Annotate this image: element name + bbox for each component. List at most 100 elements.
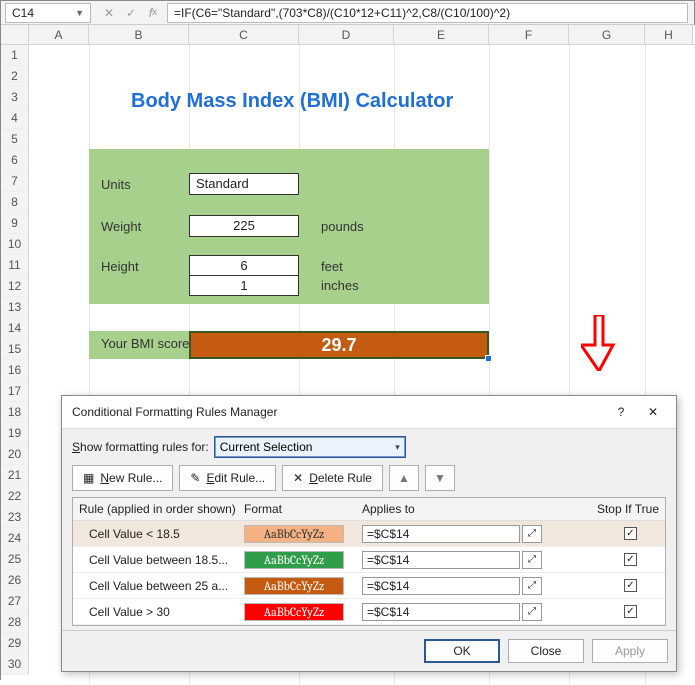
rule-row[interactable]: Cell Value > 30AaBbCcYyZz =$C$14⤢ ✓ [73, 599, 665, 625]
bmi-score-value: 29.7 [321, 335, 356, 356]
row-head[interactable]: 18 [1, 402, 29, 423]
applies-to-input[interactable]: =$C$14 [362, 603, 520, 621]
name-box-value: C14 [12, 5, 34, 21]
row-head[interactable]: 5 [1, 129, 29, 150]
row-head[interactable]: 10 [1, 234, 29, 255]
conditional-formatting-dialog: Conditional Formatting Rules Manager ? ✕… [61, 395, 677, 672]
rule-row[interactable]: Cell Value < 18.5AaBbCcYyZz=$C$14⤢✓ [73, 521, 665, 547]
weight-cell[interactable]: 225 [189, 215, 299, 237]
row-head[interactable]: 4 [1, 108, 29, 129]
selection-handle[interactable] [485, 355, 492, 362]
row-head[interactable]: 3 [1, 87, 29, 108]
row-head[interactable]: 13 [1, 297, 29, 318]
col-head[interactable]: E [394, 25, 489, 44]
height-label: Height [101, 259, 139, 274]
applies-to-input[interactable]: =$C$14 [362, 525, 520, 543]
height-in-cell[interactable]: 1 [189, 275, 299, 296]
rule-format-preview: AaBbCcYyZz [244, 603, 344, 621]
rule-desc: Cell Value between 25 a... [79, 579, 244, 593]
row-head[interactable]: 16 [1, 360, 29, 381]
row-head[interactable]: 28 [1, 612, 29, 633]
col-head[interactable]: A [29, 25, 89, 44]
head-applies: Applies to [362, 502, 562, 516]
bmi-score-cell[interactable]: 29.7 [189, 331, 489, 359]
col-head[interactable]: G [569, 25, 645, 44]
close-icon[interactable]: ✕ [638, 402, 668, 422]
help-button[interactable]: ? [606, 402, 636, 422]
ok-button[interactable]: OK [424, 639, 500, 663]
name-box[interactable]: C14 ▼ [5, 3, 91, 23]
stop-if-true-checkbox[interactable]: ✓ [624, 553, 637, 566]
rule-desc: Cell Value < 18.5 [79, 527, 244, 541]
show-rules-label: Show formatting rules for: [72, 440, 209, 454]
row-head[interactable]: 20 [1, 444, 29, 465]
units-value: Standard [196, 176, 249, 191]
units-cell[interactable]: Standard [189, 173, 299, 195]
height-ft-unit: feet [321, 259, 343, 274]
delete-rule-button[interactable]: ✕ Delete Rule [282, 465, 383, 491]
row-head[interactable]: 17 [1, 381, 29, 402]
row-head[interactable]: 30 [1, 654, 29, 675]
row-head[interactable]: 8 [1, 192, 29, 213]
col-head[interactable]: F [489, 25, 569, 44]
dialog-titlebar[interactable]: Conditional Formatting Rules Manager ? ✕ [62, 396, 676, 429]
stop-if-true-checkbox[interactable]: ✓ [624, 605, 637, 618]
move-up-button[interactable]: ▲ [389, 465, 419, 491]
formula-input[interactable]: =IF(C6="Standard",(703*C8)/(C10*12+C11)^… [167, 3, 688, 23]
rule-row[interactable]: Cell Value between 18.5...AaBbCcYyZz=$C$… [73, 547, 665, 573]
new-rule-button[interactable]: ▦ New Rule... [72, 465, 173, 491]
row-head[interactable]: 19 [1, 423, 29, 444]
row-head[interactable]: 14 [1, 318, 29, 339]
row-head[interactable]: 22 [1, 486, 29, 507]
row-head[interactable]: 21 [1, 465, 29, 486]
row-head[interactable]: 27 [1, 591, 29, 612]
close-button[interactable]: Close [508, 639, 584, 663]
rule-row[interactable]: Cell Value between 25 a...AaBbCcYyZz=$C$… [73, 573, 665, 599]
cancel-formula-icon[interactable]: ✕ [99, 3, 119, 23]
arrow-up-icon: ▲ [398, 471, 410, 485]
row-head[interactable]: 24 [1, 528, 29, 549]
row-head[interactable]: 25 [1, 549, 29, 570]
head-rule: Rule (applied in order shown) [79, 502, 244, 516]
row-head[interactable]: 9 [1, 213, 29, 234]
row-head[interactable]: 29 [1, 633, 29, 654]
row-head[interactable]: 15 [1, 339, 29, 360]
select-all-corner[interactable] [1, 25, 29, 44]
height-ft-cell[interactable]: 6 [189, 255, 299, 276]
move-down-button[interactable]: ▼ [425, 465, 455, 491]
delete-rule-icon: ✕ [293, 471, 303, 485]
rules-toolbar: ▦ New Rule... ✎ Edit Rule... ✕ Delete Ru… [72, 465, 666, 491]
spreadsheet-grid[interactable]: A B C D E F G H 123456789101112131415161… [1, 25, 695, 681]
fx-icon[interactable]: fx [143, 3, 163, 23]
range-picker-icon[interactable]: ⤢ [522, 603, 542, 621]
applies-to-input[interactable]: =$C$14 [362, 577, 520, 595]
applies-to-input[interactable]: =$C$14 [362, 551, 520, 569]
col-head[interactable]: D [299, 25, 394, 44]
row-head[interactable]: 6 [1, 150, 29, 171]
accept-formula-icon[interactable]: ✓ [121, 3, 141, 23]
stop-if-true-checkbox[interactable]: ✓ [624, 579, 637, 592]
chevron-down-icon[interactable]: ▼ [75, 5, 84, 21]
dialog-footer: OK Close Apply [62, 630, 676, 671]
row-head[interactable]: 7 [1, 171, 29, 192]
row-head[interactable]: 23 [1, 507, 29, 528]
weight-unit: pounds [321, 219, 364, 234]
stop-if-true-checkbox[interactable]: ✓ [624, 527, 637, 540]
range-picker-icon[interactable]: ⤢ [522, 525, 542, 543]
row-head[interactable]: 2 [1, 66, 29, 87]
row-head[interactable]: 12 [1, 276, 29, 297]
col-head[interactable]: B [89, 25, 189, 44]
row-head[interactable]: 1 [1, 45, 29, 66]
row-head[interactable]: 26 [1, 570, 29, 591]
col-head[interactable]: C [189, 25, 299, 44]
range-picker-icon[interactable]: ⤢ [522, 551, 542, 569]
apply-button[interactable]: Apply [592, 639, 668, 663]
range-picker-icon[interactable]: ⤢ [522, 577, 542, 595]
row-head[interactable]: 11 [1, 255, 29, 276]
rule-desc: Cell Value > 30 [79, 605, 244, 619]
formula-bar: C14 ▼ ✕ ✓ fx =IF(C6="Standard",(703*C8)/… [1, 1, 694, 25]
chevron-down-icon: ▾ [395, 442, 400, 453]
show-rules-select[interactable]: Current Selection ▾ [215, 437, 405, 457]
col-head[interactable]: H [645, 25, 693, 44]
edit-rule-button[interactable]: ✎ Edit Rule... [179, 465, 276, 491]
